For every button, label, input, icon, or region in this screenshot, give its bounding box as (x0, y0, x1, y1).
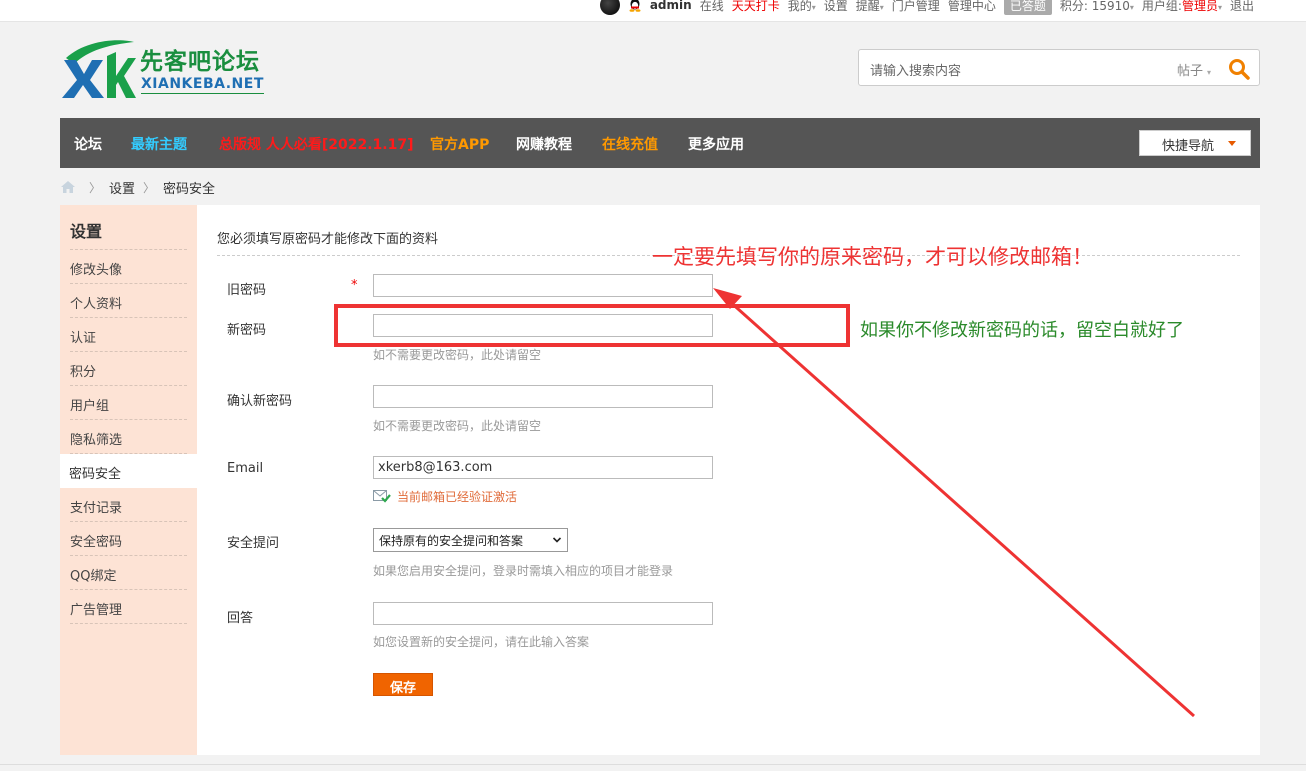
annotation-note-side: 如果你不修改新密码的话，留空白就好了 (860, 320, 1184, 341)
logo-text-cn: 先客吧论坛 (140, 49, 260, 75)
sidebar-item-avatar[interactable]: 修改头像 (70, 250, 187, 284)
nav-item-recharge[interactable]: 在线充值 (602, 134, 658, 154)
top-bar-links: admin 在线 天天打卡 我的▾ 设置 提醒▾ 门户管理 管理中心 已答题 积… (599, 0, 1254, 16)
online-status[interactable]: 在线 (700, 0, 724, 14)
verified-envelope-icon (373, 490, 391, 503)
new-password-label: 新密码 (227, 323, 267, 338)
portal-admin-link[interactable]: 门户管理 (892, 0, 940, 14)
remind-menu[interactable]: 提醒▾ (856, 0, 884, 14)
site-logo[interactable]: 先客吧论坛 XIANKEBA.NET (60, 36, 270, 100)
answer-hint: 如您设置新的安全提问，请在此输入答案 (373, 635, 590, 649)
save-button[interactable]: 保存 (373, 673, 433, 696)
breadcrumb-item-settings[interactable]: 设置 (109, 178, 135, 197)
remind-menu-label: 提醒 (855, 0, 880, 13)
old-password-input[interactable] (373, 274, 713, 297)
logo-mark-icon (62, 40, 136, 98)
points-label: 积分: 15910 (1059, 0, 1130, 13)
my-menu[interactable]: 我的▾ (788, 0, 816, 14)
breadcrumb-separator: 〉 (89, 180, 102, 195)
nav-item-more[interactable]: 更多应用 (688, 134, 744, 154)
avatar[interactable] (599, 0, 620, 15)
security-question-label: 安全提问 (227, 536, 280, 551)
nav-item-tutorial[interactable]: 网赚教程 (516, 134, 572, 154)
logo-text-en: XIANKEBA.NET (141, 76, 264, 94)
answered-badge[interactable]: 已答题 (1003, 0, 1052, 15)
main-nav: 论坛 最新主题 总版规 人人必看[2022.1.17] 官方APP 网赚教程 在… (60, 118, 1260, 168)
my-menu-label: 我的 (787, 0, 812, 13)
security-question-select[interactable]: 保持原有的安全提问和答案 (373, 528, 568, 552)
sidebar-title: 设置 (70, 222, 103, 241)
breadcrumb-separator: 〉 (143, 180, 156, 195)
nav-item-app[interactable]: 官方APP (430, 134, 489, 154)
caret-down-icon: ▾ (811, 2, 816, 12)
caret-down-icon: ▾ (1217, 2, 1222, 12)
email-verified-status: 当前邮箱已经验证激活 (373, 488, 517, 505)
usergroup-menu[interactable]: 用户组:管理员▾ (1142, 0, 1222, 14)
admin-center-link[interactable]: 管理中心 (948, 0, 996, 14)
home-icon[interactable] (61, 181, 75, 193)
security-question-value: 保持原有的安全提问和答案 (379, 534, 524, 548)
usergroup-value: 管理员 (1181, 0, 1218, 13)
old-password-label: 旧密码 (227, 283, 267, 298)
sidebar-item-security-password[interactable]: 安全密码 (70, 522, 187, 556)
quick-nav-button[interactable]: 快捷导航 (1139, 130, 1251, 156)
password-security-panel: 您必须填写原密码才能修改下面的资料 旧密码 * 新密码 如不需要更改密码，此处请… (197, 205, 1260, 755)
search-type-select[interactable]: 帖子 ▾ (1177, 60, 1211, 79)
usergroup-label: 用户组: (1141, 0, 1182, 13)
sidebar-item-verify[interactable]: 认证 (70, 318, 187, 352)
required-marker: * (351, 278, 358, 293)
confirm-password-hint: 如不需要更改密码，此处请留空 (373, 419, 542, 433)
sidebar-item-privacy[interactable]: 隐私筛选 (70, 420, 187, 454)
breadcrumb: 〉 设置 〉 密码安全 (61, 178, 215, 197)
sidebar-item-credits[interactable]: 积分 (70, 352, 187, 386)
email-label: Email (227, 461, 264, 476)
search-input[interactable]: 请输入搜索内容 (870, 60, 961, 79)
confirm-password-label: 确认新密码 (227, 394, 293, 409)
sidebar-item-qq-bind[interactable]: QQ绑定 (70, 556, 187, 590)
email-input[interactable] (373, 456, 713, 479)
triangle-down-icon (1228, 141, 1236, 146)
security-question-hint: 如果您启用安全提问，登录时需填入相应的项目才能登录 (373, 564, 674, 578)
sidebar-item-ads[interactable]: 广告管理 (70, 590, 187, 624)
points-menu[interactable]: 积分: 15910▾ (1060, 0, 1134, 14)
chevron-down-icon (552, 537, 562, 543)
logout-link[interactable]: 退出 (1230, 0, 1254, 14)
search-box[interactable]: 请输入搜索内容 帖子 ▾ (858, 49, 1260, 86)
nav-item-latest[interactable]: 最新主题 (131, 134, 187, 154)
sidebar-item-usergroup[interactable]: 用户组 (70, 386, 187, 420)
qq-icon[interactable] (628, 0, 642, 12)
nav-item-rules[interactable]: 总版规 人人必看[2022.1.17] (219, 134, 414, 154)
new-password-hint: 如不需要更改密码，此处请留空 (373, 348, 542, 362)
search-type-label: 帖子 (1177, 64, 1204, 79)
answer-input[interactable] (373, 602, 713, 625)
answer-label: 回答 (227, 611, 254, 626)
caret-down-icon: ▾ (1207, 68, 1212, 77)
divider (0, 764, 1306, 765)
search-icon[interactable] (1227, 57, 1251, 81)
settings-sidebar: 设置 修改头像 个人资料 认证 积分 用户组 隐私筛选 密码安全 支付记录 安全… (60, 205, 197, 755)
sidebar-item-profile[interactable]: 个人资料 (70, 284, 187, 318)
sidebar-item-payments[interactable]: 支付记录 (70, 488, 187, 522)
sidebar-item-password-security[interactable]: 密码安全 (60, 454, 197, 488)
quick-nav-label: 快捷导航 (1162, 139, 1215, 154)
settings-link[interactable]: 设置 (824, 0, 848, 14)
username-link[interactable]: admin (650, 0, 692, 12)
caret-down-icon: ▾ (879, 2, 884, 12)
checkin-link[interactable]: 天天打卡 (732, 0, 780, 14)
breadcrumb-item-password[interactable]: 密码安全 (163, 178, 215, 197)
nav-item-forum[interactable]: 论坛 (74, 134, 102, 154)
confirm-password-input[interactable] (373, 385, 713, 408)
email-verified-text: 当前邮箱已经验证激活 (397, 490, 518, 504)
form-notice: 您必须填写原密码才能修改下面的资料 (217, 232, 439, 247)
top-bar: admin 在线 天天打卡 我的▾ 设置 提醒▾ 门户管理 管理中心 已答题 积… (0, 0, 1306, 22)
caret-down-icon: ▾ (1129, 2, 1134, 12)
annotation-note-top: 一定要先填写你的原来密码，才可以修改邮箱！ (652, 245, 1093, 269)
new-password-input[interactable] (373, 314, 713, 337)
